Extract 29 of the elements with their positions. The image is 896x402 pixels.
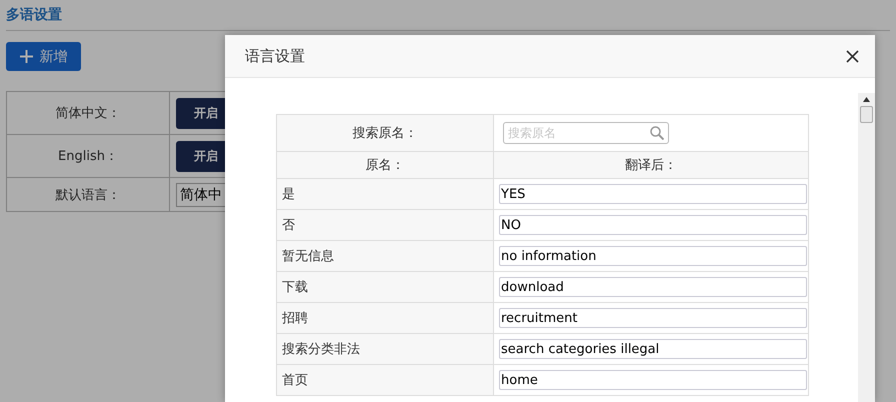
dialog-title: 语言设置 bbox=[245, 46, 305, 66]
original-text: 暂无信息 bbox=[282, 249, 334, 264]
close-icon[interactable] bbox=[846, 50, 859, 62]
language-label: English： bbox=[58, 149, 118, 164]
add-button[interactable]: 新增 bbox=[6, 42, 81, 71]
search-label: 搜索原名： bbox=[352, 126, 418, 141]
default-language-label: 默认语言： bbox=[56, 188, 120, 202]
plus-icon bbox=[20, 50, 32, 63]
original-text: 是 bbox=[282, 187, 295, 202]
translation-input[interactable]: search categories illegal bbox=[499, 339, 807, 359]
column-header: 原名： bbox=[366, 158, 404, 173]
column-header: 翻译后： bbox=[625, 158, 677, 173]
translation-input[interactable]: home bbox=[499, 370, 807, 390]
original-text: 搜索分类非法 bbox=[282, 342, 360, 357]
translation-input[interactable]: recruitment bbox=[499, 308, 807, 328]
original-text: 否 bbox=[282, 218, 295, 233]
language-label: 简体中文： bbox=[56, 106, 120, 121]
translation-input[interactable]: download bbox=[499, 277, 807, 297]
translation-input[interactable]: NO bbox=[499, 215, 807, 235]
scroll-up-icon[interactable] bbox=[863, 97, 870, 102]
translation-input[interactable]: YES bbox=[499, 184, 807, 204]
language-select[interactable]: 简体中 bbox=[176, 182, 226, 206]
original-text: 首页 bbox=[282, 373, 308, 388]
original-text: 下载 bbox=[282, 280, 308, 295]
original-text: 招聘 bbox=[282, 311, 308, 326]
search-icon bbox=[650, 126, 664, 140]
translation-input[interactable]: no information bbox=[499, 246, 807, 266]
scroll-thumb[interactable] bbox=[860, 106, 873, 123]
page-title: 多语设置 bbox=[6, 6, 62, 24]
